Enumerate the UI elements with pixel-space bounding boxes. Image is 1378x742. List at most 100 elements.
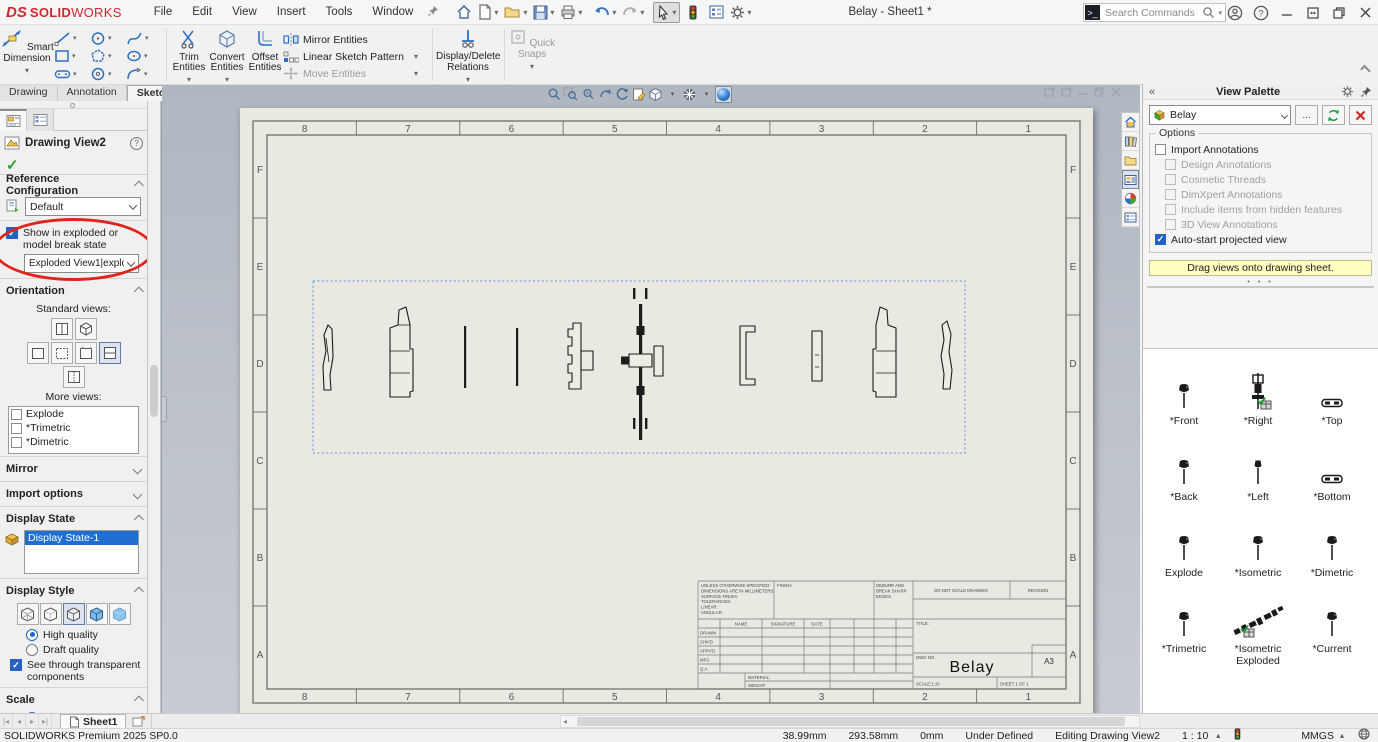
display-state-item[interactable]: Display State-1 — [25, 531, 138, 545]
section-display-style[interactable]: Display Style — [0, 581, 147, 601]
menu-edit[interactable]: Edit — [182, 2, 222, 22]
save-button[interactable]: ▾ — [530, 3, 557, 22]
polygon-tool[interactable]: ▾ — [90, 47, 126, 65]
palette-view-back[interactable]: *Back — [1147, 433, 1221, 503]
shaded-with-edges-button[interactable] — [86, 603, 108, 625]
hide-show-items-icon[interactable] — [681, 86, 698, 103]
menu-file[interactable]: File — [144, 2, 183, 22]
doc-close-icon[interactable] — [1111, 87, 1121, 100]
checkbox-icon[interactable] — [1155, 144, 1166, 155]
undo-button[interactable]: ▾ — [591, 4, 619, 21]
linear-sketch-pattern-button[interactable]: Linear Sketch Pattern — [283, 48, 413, 65]
sheet-nav-prev[interactable]: ◂ — [13, 714, 26, 728]
view-front-back-button[interactable] — [51, 318, 73, 340]
move-entities-dropdown[interactable]: ▾ — [414, 65, 418, 82]
palette-view-isometric[interactable]: *Isometric — [1221, 509, 1295, 579]
view-top-bottom-button[interactable] — [63, 366, 85, 388]
previous-view-icon[interactable] — [596, 86, 613, 103]
configuration-select[interactable]: Default — [25, 197, 141, 216]
chevron-up-icon[interactable] — [134, 180, 144, 190]
ok-check-icon[interactable]: ✓ — [6, 156, 19, 174]
wireframe-style-button[interactable] — [17, 603, 39, 625]
file-explorer-icon[interactable] — [1122, 151, 1139, 170]
help-button[interactable]: ? — [130, 137, 143, 150]
display-style-icon[interactable] — [647, 86, 664, 103]
rectangle-tool[interactable]: ▾ — [54, 47, 90, 65]
quick-snaps-button[interactable]: Quick Snaps▾ — [508, 28, 556, 72]
panel-top-splitter[interactable] — [0, 101, 147, 109]
redraw-icon[interactable] — [613, 86, 630, 103]
section-display-state[interactable]: Display State — [0, 509, 147, 529]
smart-dimension-button[interactable]: Smart Dimension▾ — [0, 28, 54, 76]
shaded-button[interactable] — [109, 603, 131, 625]
menu-tools[interactable]: Tools — [316, 2, 363, 22]
section-scale[interactable]: Scale — [0, 690, 147, 710]
checkbox-icon[interactable] — [1155, 234, 1166, 245]
palette-view-front[interactable]: *Front — [1147, 357, 1221, 427]
view-left-button[interactable] — [75, 342, 97, 364]
checkbox-icon[interactable] — [11, 423, 22, 434]
pin-icon[interactable] — [427, 5, 439, 20]
sheet-nav-next[interactable]: ▸ — [26, 714, 39, 728]
menu-window[interactable]: Window — [362, 2, 423, 22]
checkbox-icon[interactable] — [10, 659, 22, 671]
new-document-button[interactable]: ▾ — [475, 2, 501, 22]
appearances-icon[interactable] — [1122, 189, 1139, 208]
chevron-up-icon[interactable] — [134, 286, 144, 296]
collapse-ribbon-chevron[interactable] — [1360, 65, 1371, 76]
add-sheet-button[interactable] — [126, 714, 152, 729]
settings-gear-button[interactable]: ▾ — [727, 3, 754, 22]
palette-splitter[interactable]: • • • — [1147, 279, 1374, 288]
redo-button[interactable]: ▾ — [619, 4, 647, 21]
display-delete-relations-button[interactable]: Display/Delete Relations▾ — [436, 28, 500, 85]
search-launcher-icon[interactable]: >_ — [1085, 5, 1100, 20]
section-mirror[interactable]: Mirror — [0, 459, 147, 479]
view-right-button[interactable] — [99, 342, 121, 364]
view-palette-tab-icon[interactable] — [1122, 170, 1139, 189]
select-tool-button[interactable]: ▾ — [653, 2, 680, 23]
chevron-down-icon[interactable] — [133, 489, 143, 499]
traffic-light-icon[interactable] — [686, 3, 700, 22]
chevron-down-icon[interactable] — [133, 464, 143, 474]
line-tool[interactable]: ▾ — [54, 29, 90, 47]
panel-splitter-handle[interactable] — [162, 396, 167, 422]
home-tab-icon[interactable] — [1122, 113, 1139, 132]
fillet-tool[interactable]: ▾ — [126, 65, 162, 83]
trim-entities-button[interactable]: Trim Entities▾ — [170, 29, 208, 85]
sheet-tab-active[interactable]: Sheet1 — [60, 714, 126, 729]
units-caret-icon[interactable]: ▴ — [1340, 731, 1344, 740]
palette-view-explode[interactable]: Explode — [1147, 509, 1221, 579]
drawing-sheet[interactable]: 87654321 87654321 FEDCBA FEDCBA — [240, 108, 1093, 713]
expand-button[interactable] — [1300, 0, 1326, 25]
section-reference-configuration[interactable]: Reference Configuration — [0, 175, 147, 195]
view-front-button[interactable] — [27, 342, 49, 364]
more-views-list[interactable]: Explode*Trimetric*Dimetric — [8, 406, 139, 454]
palette-option-auto-start-projected-view[interactable]: Auto-start projected view — [1155, 232, 1366, 247]
property-manager-tab[interactable] — [0, 109, 27, 131]
graphics-area[interactable]: 87654321 87654321 FEDCBA FEDCBA — [162, 85, 1140, 713]
print-button[interactable]: ▾ — [557, 3, 585, 21]
palette-view-right[interactable]: *Right — [1221, 357, 1295, 427]
model-select[interactable]: Belay — [1149, 105, 1291, 125]
palette-view-left[interactable]: *Left — [1221, 433, 1295, 503]
menu-view[interactable]: View — [222, 2, 267, 22]
palette-view-current[interactable]: *Current — [1295, 585, 1369, 667]
scrollbar-thumb[interactable] — [150, 365, 158, 417]
display-state-list[interactable]: Display State-1 — [24, 530, 139, 574]
help-icon[interactable]: ? — [1248, 0, 1274, 25]
horizontal-scrollbar[interactable]: ◂ — [560, 715, 1140, 728]
close-button[interactable] — [1352, 0, 1378, 25]
browse-button[interactable]: ... — [1295, 105, 1318, 125]
exploded-state-checkbox-row[interactable]: Show in exploded or model break state — [0, 225, 147, 253]
checkbox-icon[interactable] — [11, 437, 22, 448]
checkbox-icon[interactable] — [6, 227, 18, 239]
zoom-to-fit-icon[interactable] — [545, 86, 562, 103]
hidden-lines-visible-button[interactable] — [40, 603, 62, 625]
chevron-up-icon[interactable] — [134, 695, 144, 705]
tab-annotation[interactable]: Annotation — [58, 85, 127, 101]
units-label[interactable]: MMGS — [1301, 730, 1334, 742]
ellipse-tool[interactable]: ▾ — [126, 47, 162, 65]
palette-option-import-annotations[interactable]: Import Annotations — [1155, 142, 1366, 157]
quality-option[interactable]: Draft quality — [0, 642, 147, 657]
horizontal-scrollbar-thumb[interactable] — [577, 717, 1125, 726]
